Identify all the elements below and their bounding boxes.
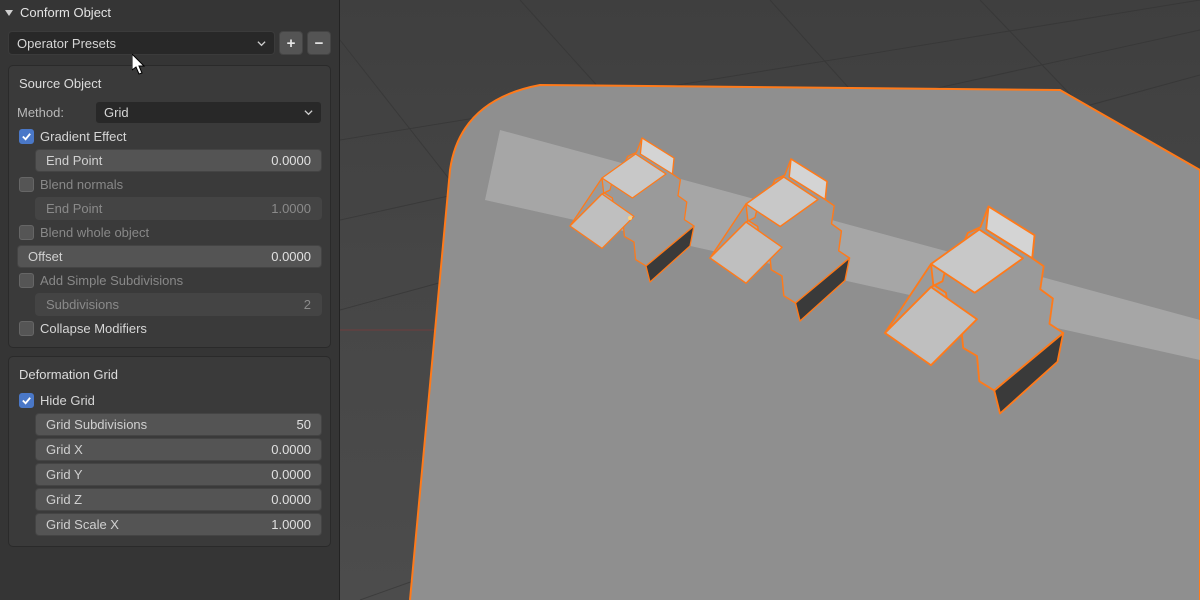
grid-row-label: Grid Subdivisions bbox=[46, 417, 147, 432]
method-row: Method: Grid bbox=[17, 101, 322, 124]
method-value: Grid bbox=[104, 105, 129, 120]
add-subdivisions-label: Add Simple Subdivisions bbox=[40, 273, 183, 288]
checkbox-unchecked-icon bbox=[19, 273, 34, 288]
grid-x-field[interactable]: Grid X 0.0000 bbox=[35, 438, 322, 461]
grid-y-field[interactable]: Grid Y 0.0000 bbox=[35, 463, 322, 486]
offset-label: Offset bbox=[28, 249, 62, 264]
method-label: Method: bbox=[17, 105, 89, 120]
deformation-grid-title: Deformation Grid bbox=[17, 365, 322, 390]
source-object-section: Source Object Method: Grid Gradient Effe… bbox=[8, 65, 331, 348]
checkbox-checked-icon bbox=[19, 129, 34, 144]
grid-row-value: 0.0000 bbox=[271, 442, 311, 457]
viewport-3d[interactable] bbox=[340, 0, 1200, 600]
gradient-effect-checkbox-row[interactable]: Gradient Effect bbox=[17, 126, 322, 147]
operator-presets-dropdown[interactable]: Operator Presets bbox=[8, 31, 275, 55]
checkbox-unchecked-icon bbox=[19, 177, 34, 192]
preset-add-button[interactable]: + bbox=[279, 31, 303, 55]
subdivisions-field[interactable]: Subdivisions 2 bbox=[35, 293, 322, 316]
preset-row: Operator Presets + − bbox=[0, 25, 339, 61]
blend-normals-label: Blend normals bbox=[40, 177, 123, 192]
grid-row-label: Grid X bbox=[46, 442, 83, 457]
grid-z-field[interactable]: Grid Z 0.0000 bbox=[35, 488, 322, 511]
chevron-down-icon bbox=[257, 39, 266, 48]
gradient-endpoint-value: 0.0000 bbox=[271, 153, 311, 168]
panel-header[interactable]: Conform Object bbox=[0, 0, 339, 25]
grid-row-value: 0.0000 bbox=[271, 467, 311, 482]
collapse-modifiers-label: Collapse Modifiers bbox=[40, 321, 147, 336]
grid-row-value: 0.0000 bbox=[271, 492, 311, 507]
subdivisions-label: Subdivisions bbox=[46, 297, 119, 312]
blend-normals-endpoint-field[interactable]: End Point 1.0000 bbox=[35, 197, 322, 220]
properties-panel: Conform Object Operator Presets + − Sour… bbox=[0, 0, 340, 600]
grid-row-label: Grid Scale X bbox=[46, 517, 119, 532]
chevron-down-icon bbox=[304, 108, 313, 117]
panel-title: Conform Object bbox=[20, 5, 111, 20]
offset-value: 0.0000 bbox=[271, 249, 311, 264]
source-object-title: Source Object bbox=[17, 74, 322, 99]
collapse-modifiers-checkbox-row[interactable]: Collapse Modifiers bbox=[17, 318, 322, 339]
add-subdivisions-checkbox-row[interactable]: Add Simple Subdivisions bbox=[17, 270, 322, 291]
disclosure-triangle-icon bbox=[4, 8, 14, 18]
preset-label: Operator Presets bbox=[17, 36, 116, 51]
checkbox-unchecked-icon bbox=[19, 321, 34, 336]
grid-row-label: Grid Z bbox=[46, 492, 82, 507]
checkbox-unchecked-icon bbox=[19, 225, 34, 240]
deformation-grid-section: Deformation Grid Hide Grid Grid Subdivis… bbox=[8, 356, 331, 547]
gradient-endpoint-field[interactable]: End Point 0.0000 bbox=[35, 149, 322, 172]
blend-normals-endpoint-label: End Point bbox=[46, 201, 102, 216]
blend-whole-label: Blend whole object bbox=[40, 225, 149, 240]
preset-remove-button[interactable]: − bbox=[307, 31, 331, 55]
grid-subdivisions-field[interactable]: Grid Subdivisions 50 bbox=[35, 413, 322, 436]
blend-normals-endpoint-value: 1.0000 bbox=[271, 201, 311, 216]
gradient-effect-label: Gradient Effect bbox=[40, 129, 126, 144]
subdivisions-value: 2 bbox=[304, 297, 311, 312]
gradient-endpoint-label: End Point bbox=[46, 153, 102, 168]
checkbox-checked-icon bbox=[19, 393, 34, 408]
grid-row-label: Grid Y bbox=[46, 467, 83, 482]
grid-row-value: 50 bbox=[297, 417, 311, 432]
blend-normals-checkbox-row[interactable]: Blend normals bbox=[17, 174, 322, 195]
hide-grid-checkbox-row[interactable]: Hide Grid bbox=[17, 390, 322, 411]
blend-whole-object-checkbox-row[interactable]: Blend whole object bbox=[17, 222, 322, 243]
method-dropdown[interactable]: Grid bbox=[95, 101, 322, 124]
grid-row-value: 1.0000 bbox=[271, 517, 311, 532]
hide-grid-label: Hide Grid bbox=[40, 393, 95, 408]
grid-scale-x-field[interactable]: Grid Scale X 1.0000 bbox=[35, 513, 322, 536]
offset-field[interactable]: Offset 0.0000 bbox=[17, 245, 322, 268]
viewport-scene-icon bbox=[340, 0, 1200, 600]
